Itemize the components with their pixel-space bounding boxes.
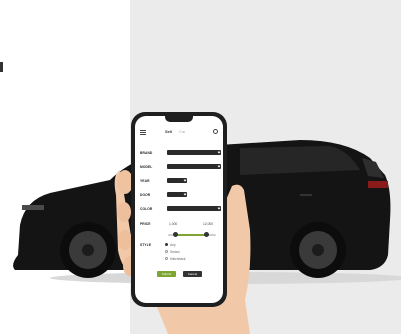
phone-notch bbox=[165, 116, 193, 122]
app-subtitle: Car bbox=[179, 129, 186, 134]
price-slider-fill bbox=[175, 234, 207, 236]
price-max: 12,000 bbox=[203, 222, 214, 226]
color-select[interactable] bbox=[167, 206, 221, 211]
color-label: COLOR bbox=[140, 207, 153, 211]
style-option-label: Sedan bbox=[170, 250, 180, 254]
cancel-button[interactable]: Cancel bbox=[183, 271, 202, 277]
chevron-down-icon bbox=[217, 164, 221, 168]
app-screen: Sell Car BRAND MODEL YEAR DOOR COLOR PRI… bbox=[135, 116, 223, 303]
chevron-down-icon bbox=[183, 178, 187, 182]
advert-scene: Sell Car BRAND MODEL YEAR DOOR COLOR PRI… bbox=[0, 0, 401, 334]
chevron-down-icon bbox=[217, 150, 221, 154]
brand-select[interactable] bbox=[167, 150, 221, 155]
model-select[interactable] bbox=[167, 164, 221, 169]
price-label: PRICE bbox=[140, 222, 151, 226]
price-slider-handle-max[interactable] bbox=[203, 232, 209, 237]
finger-2 bbox=[118, 230, 132, 250]
style-option-label: Any bbox=[170, 243, 176, 247]
search-icon[interactable] bbox=[213, 129, 218, 134]
door-select[interactable] bbox=[167, 192, 187, 197]
year-select[interactable] bbox=[167, 178, 187, 183]
door-label: DOOR bbox=[140, 193, 151, 197]
price-min: 1,000 bbox=[169, 222, 178, 226]
style-radio-any[interactable] bbox=[165, 243, 168, 246]
chevron-down-icon bbox=[183, 192, 187, 196]
style-label: STYLE bbox=[140, 243, 152, 247]
app-title: Sell bbox=[165, 129, 173, 134]
style-radio-sedan[interactable] bbox=[165, 250, 168, 253]
finger-1 bbox=[117, 202, 131, 222]
menu-icon[interactable] bbox=[140, 130, 146, 135]
submit-button[interactable]: Submit bbox=[157, 271, 176, 277]
year-label: YEAR bbox=[140, 179, 150, 183]
style-option-label: Hatchback bbox=[170, 257, 186, 261]
brand-label: BRAND bbox=[140, 151, 153, 155]
chevron-down-icon bbox=[217, 206, 221, 210]
style-radio-hatchback[interactable] bbox=[165, 257, 168, 260]
smartphone: Sell Car BRAND MODEL YEAR DOOR COLOR PRI… bbox=[131, 112, 227, 307]
price-slider-handle-min[interactable] bbox=[172, 232, 178, 237]
app-header: Sell Car bbox=[135, 128, 223, 138]
model-label: MODEL bbox=[140, 165, 153, 169]
price-slider[interactable] bbox=[168, 232, 216, 237]
